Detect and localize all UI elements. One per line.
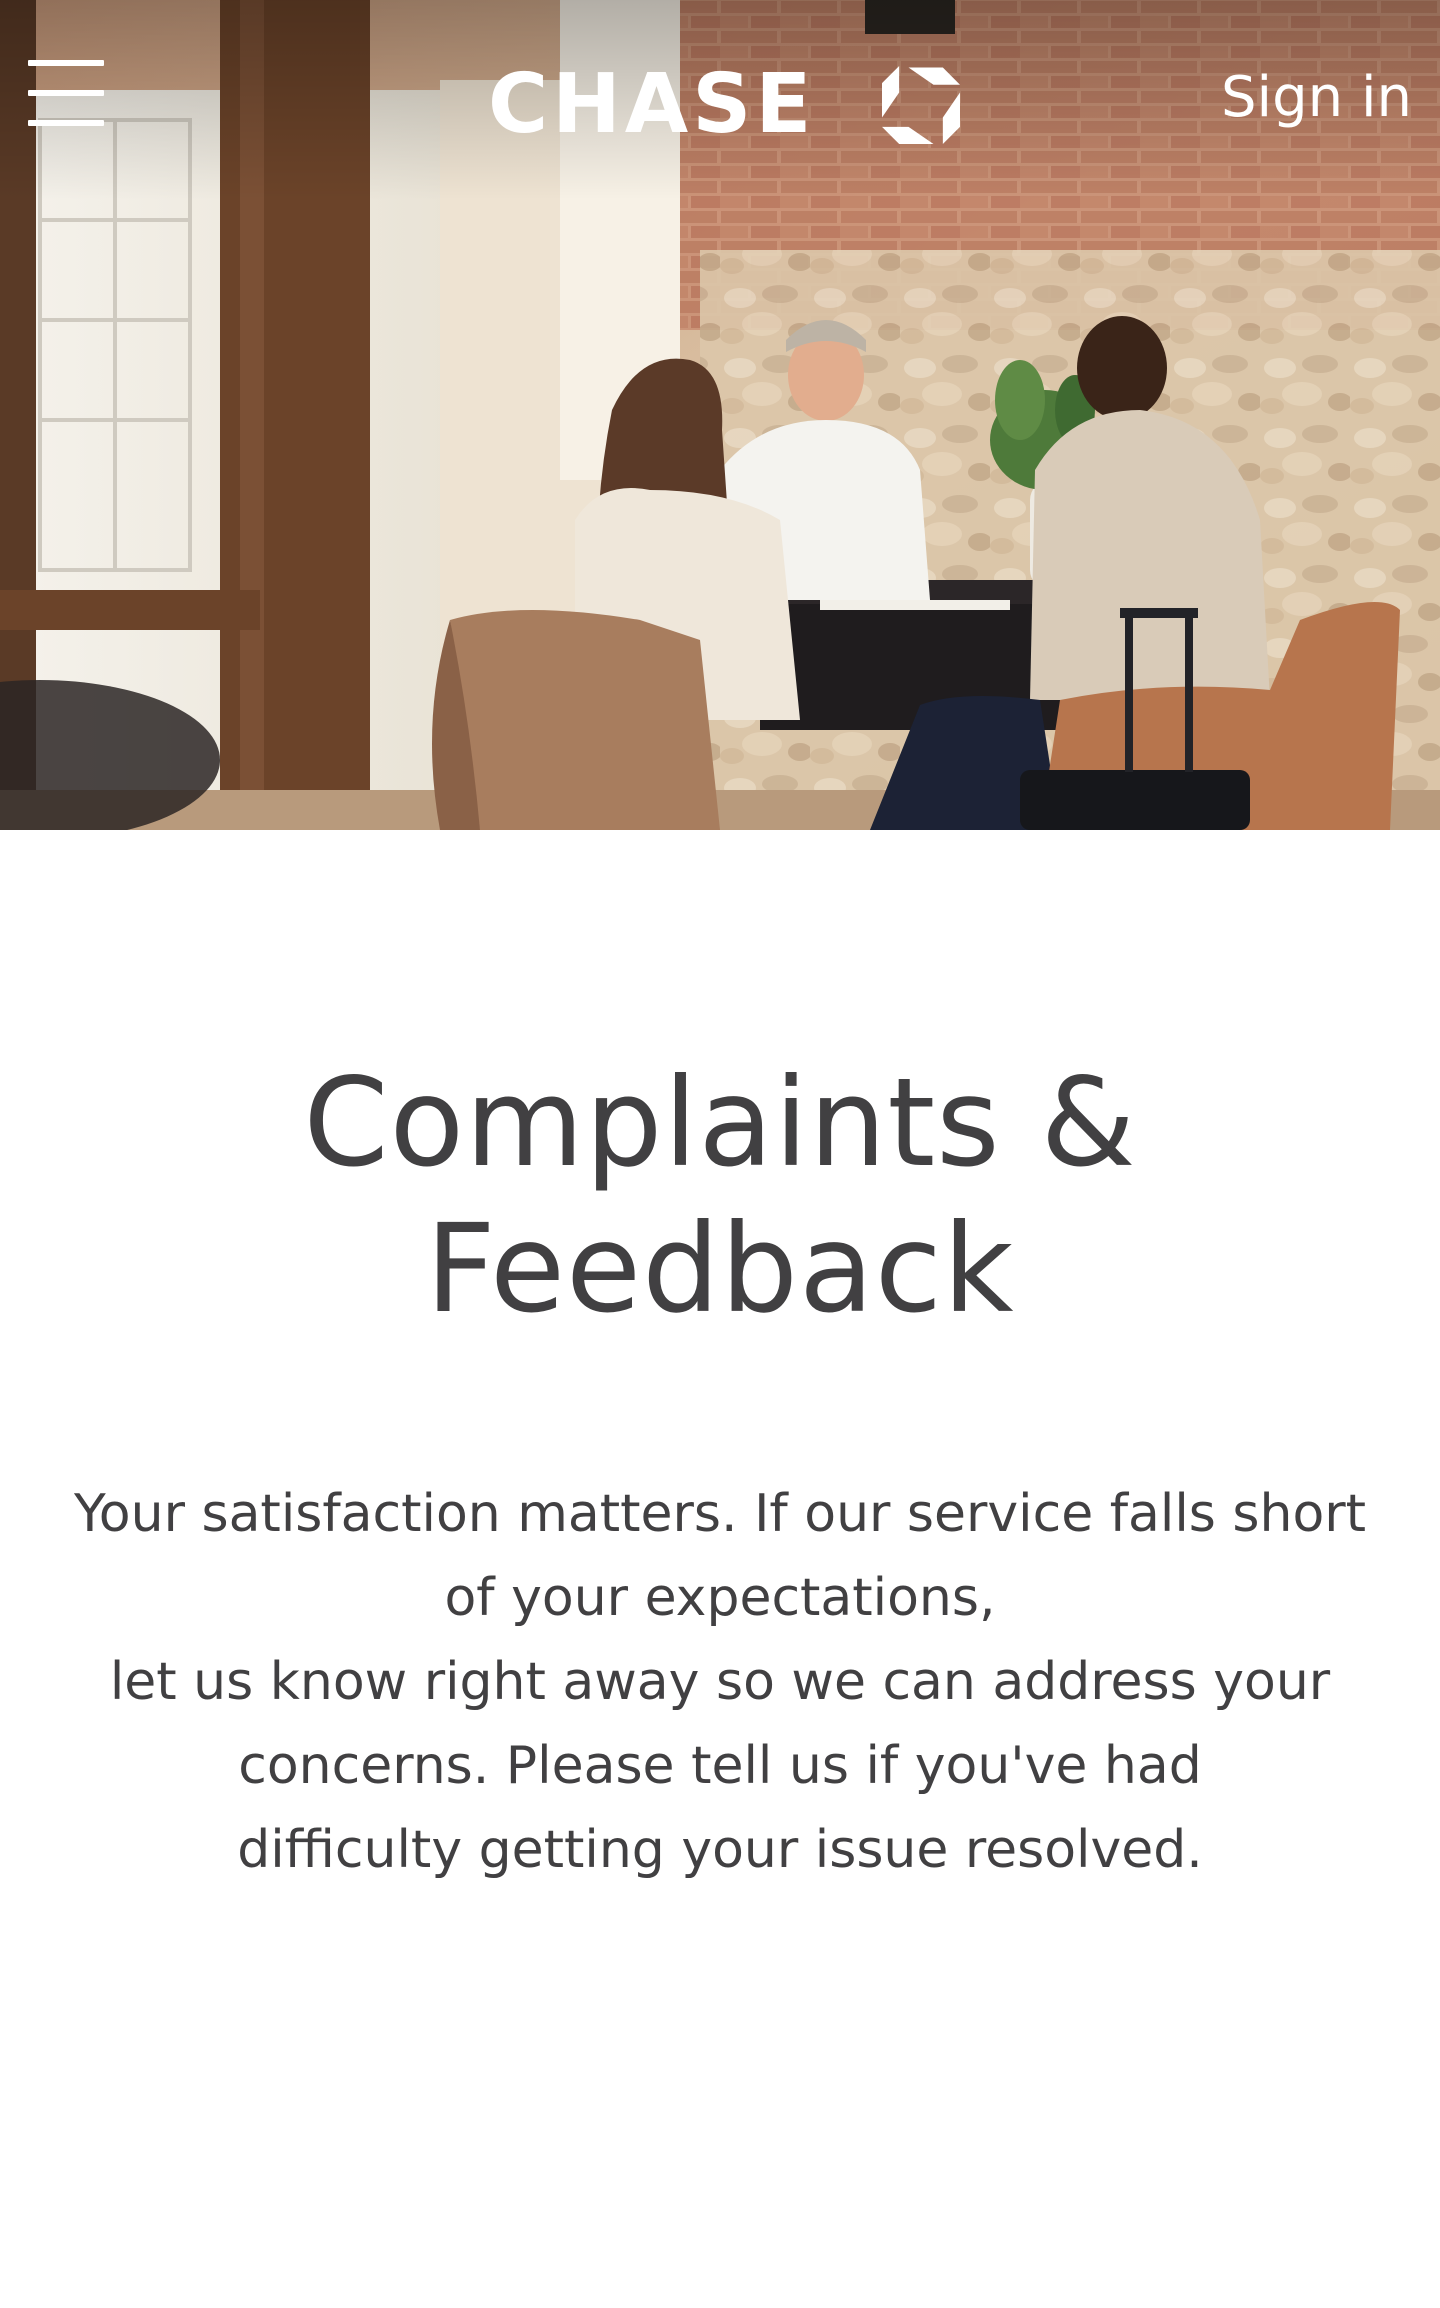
intro-line: of your expectations,	[444, 1568, 996, 1628]
menu-line	[28, 90, 104, 96]
hamburger-menu-icon[interactable]	[26, 58, 106, 128]
menu-line	[28, 120, 104, 126]
sign-in-link[interactable]: Sign in	[1221, 58, 1412, 138]
intro-line: difficulty getting your issue resolved.	[237, 1820, 1203, 1880]
brand-wordmark: CHASE	[488, 57, 816, 152]
menu-line	[28, 60, 104, 66]
intro-line: let us know right away so we can address…	[109, 1652, 1331, 1712]
intro-line: Your satisfaction matters. If our servic…	[73, 1484, 1367, 1544]
site-header: CHASE Sign in	[0, 0, 1440, 200]
intro-line: concerns. Please tell us if you've had	[238, 1736, 1202, 1796]
chase-octagon-logo-icon	[882, 66, 960, 144]
intro-paragraph: Your satisfaction matters. If our servic…	[60, 1472, 1380, 1892]
page-title: Complaints & Feedback	[303, 1052, 1137, 1340]
chase-logo[interactable]: CHASE	[488, 60, 968, 150]
